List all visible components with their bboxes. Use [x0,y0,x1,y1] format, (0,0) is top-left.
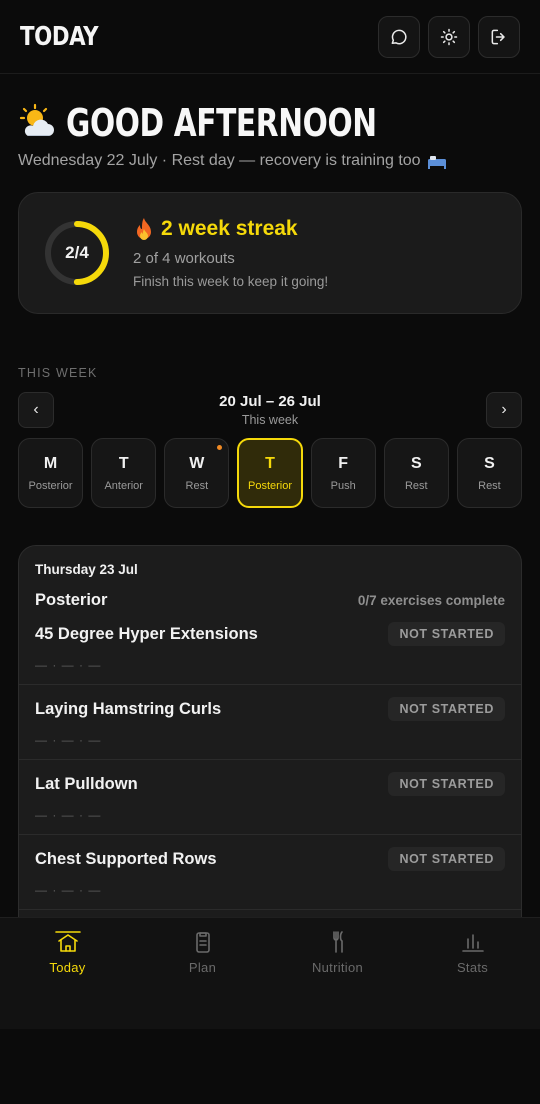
day-tile[interactable]: F Push [310,438,376,508]
day-type: Posterior [247,479,293,492]
status-badge: NOT STARTED [388,622,505,646]
exercise-row[interactable]: 45 Degree Hyper Extensions NOT STARTED —… [19,610,521,685]
streak-card: 2/4 2 week streak 2 of 4 workouts Finish… [18,192,522,314]
day-type: Rest [185,479,209,492]
exercise-row[interactable]: Chest Supported Rows NOT STARTED — · — ·… [19,835,521,910]
theme-toggle-icon [440,28,458,45]
day-letter: F [338,454,349,472]
chat-button[interactable] [378,15,420,58]
theme-toggle-button[interactable] [428,15,470,58]
status-badge: NOT STARTED [388,697,505,721]
status-badge: NOT STARTED [388,772,505,796]
day-tile[interactable]: T Posterior [237,438,303,508]
bed-icon [427,156,446,169]
greeting-subline: Wednesday 22 July · Rest day — recovery … [18,152,421,169]
greeting-section: GOOD AFTERNOON Wednesday 22 July · Rest … [0,74,540,170]
exercise-name: Chest Supported Rows [35,849,217,868]
day-letter: S [410,454,422,472]
day-type: Anterior [104,479,143,492]
week-section: THIS WEEK ‹ 20 Jul – 26 Jul This week › … [0,314,540,508]
nav-label: Today [49,960,86,975]
week-range: 20 Jul – 26 Jul [219,393,321,410]
nav-label: Nutrition [311,960,364,975]
logout-button[interactable] [478,15,520,58]
exercise-row[interactable]: Laying Hamstring Curls NOT STARTED — · —… [19,685,521,760]
day-type: Posterior [28,479,73,492]
exercise-meta: — · — · — [35,658,102,672]
day-tile[interactable]: M Posterior [18,438,84,508]
exercise-meta: — · — · — [35,883,102,897]
streak-hint: Finish this week to keep it going! [133,274,329,289]
week-caption: This week [241,413,299,427]
day-tile[interactable]: T Anterior [91,438,157,508]
exercise-name: Laying Hamstring Curls [35,699,222,718]
exercise-row[interactable]: Lat Pulldown NOT STARTED — · — · — [19,760,521,835]
section-label: THIS WEEK [18,366,98,380]
streak-count: 2 of 4 workouts [133,250,235,267]
header-actions [378,15,520,58]
next-week-button[interactable]: › [485,392,522,428]
bar-chart-icon [461,934,484,952]
chevron-left-icon: ‹ [33,401,39,418]
nav-item-plan[interactable]: Plan [135,918,270,1029]
day-tile[interactable]: W Rest [164,438,230,508]
status-dot [217,445,223,450]
partly-sunny-icon [19,103,54,136]
day-type: Push [330,479,356,492]
nav-item-today[interactable]: Today [0,918,135,1029]
clipboard-icon [195,932,210,953]
cutlery-icon [332,931,343,953]
day-letter: T [265,454,275,472]
nav-label: Plan [188,960,217,975]
streak-ring-label: 2/4 [65,243,89,262]
workout-title: Posterior [35,591,108,609]
workout-progress: 0/7 exercises complete [357,593,505,608]
day-letter: T [118,454,129,472]
exercise-meta: — · — · — [35,808,102,822]
day-type: Rest [404,479,428,492]
exercise-name: 45 Degree Hyper Extensions [35,624,258,643]
chevron-right-icon: › [501,401,507,418]
day-letter: S [484,454,495,472]
flame-icon [137,218,151,240]
day-letter: W [189,454,205,472]
day-tile[interactable]: S Rest [383,438,449,508]
nav-item-nutrition[interactable]: Nutrition [270,918,405,1029]
day-selector: M Posterior T Anterior W Rest T Posterior FP… [18,438,523,508]
chat-icon [391,29,407,44]
greeting-text: GOOD AFTERNOON [66,101,377,145]
workout-date: Thursday 23 Jul [35,562,138,577]
top-bar: TODAY [0,0,540,74]
nav-item-stats[interactable]: Stats [405,918,540,1029]
prev-week-button[interactable]: ‹ [18,392,54,428]
status-badge: NOT STARTED [388,847,505,871]
streak-progress-ring: 2/4 [43,219,111,287]
day-tile[interactable]: S Rest [456,438,523,508]
workout-card: Thursday 23 Jul Posterior 0/7 exercises … [18,545,522,925]
day-type: Rest [478,479,501,492]
exercise-meta: — · — · — [35,733,102,747]
page-title: TODAY [20,21,99,52]
nav-label: Stats [456,960,489,975]
day-letter: M [43,454,58,472]
logout-icon [491,29,505,44]
streak-title: 2 week streak [161,217,298,240]
bottom-nav: Today Plan Nutrition Stats [0,917,540,1029]
home-icon [54,931,81,952]
exercise-name: Lat Pulldown [35,774,138,793]
screen-bottom-area [0,1029,540,1104]
